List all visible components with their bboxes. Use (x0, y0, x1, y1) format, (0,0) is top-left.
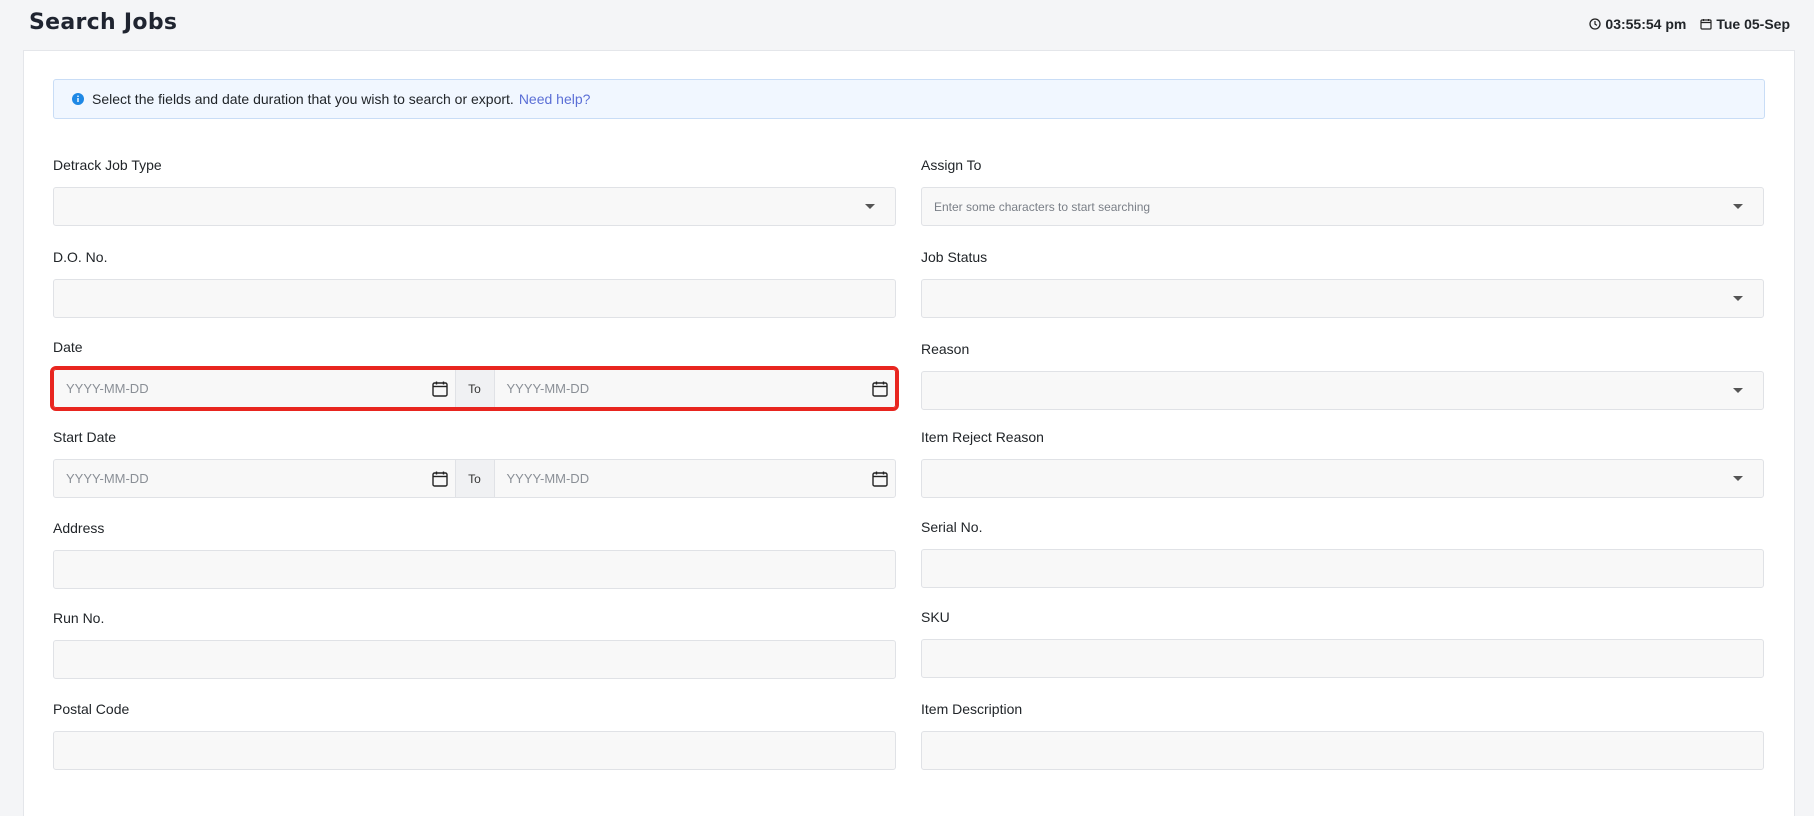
calendar-icon[interactable] (431, 470, 449, 491)
start-date-from-input[interactable]: YYYY-MM-DD (54, 460, 455, 497)
current-date: Tue 05-Sep (1716, 16, 1790, 32)
sku-field: SKU (921, 607, 1764, 678)
alert-message: Select the fields and date duration that… (92, 91, 514, 107)
do-no-field: D.O. No. (53, 247, 896, 318)
start-date-range: YYYY-MM-DD To YYYY-MM-DD (53, 459, 896, 498)
serial-no-field: Serial No. (921, 517, 1764, 588)
date-to-input[interactable]: YYYY-MM-DD (495, 370, 896, 407)
start-date-to-placeholder: YYYY-MM-DD (506, 471, 590, 486)
job-type-select[interactable] (53, 187, 896, 226)
clock-area: 03:55:54 pm Tue 05-Sep (1589, 16, 1790, 32)
start-date-to-separator: To (454, 460, 495, 497)
start-date-from-placeholder: YYYY-MM-DD (66, 471, 149, 486)
item-description-input[interactable] (921, 731, 1764, 770)
postal-code-input[interactable] (53, 731, 896, 770)
date-from-input[interactable]: YYYY-MM-DD (54, 370, 455, 407)
current-time: 03:55:54 pm (1605, 16, 1687, 32)
item-description-field: Item Description (921, 699, 1764, 770)
chevron-down-icon (1733, 388, 1743, 393)
date-label: Date (53, 339, 83, 355)
date-to-separator: To (454, 370, 495, 407)
run-no-input[interactable] (53, 640, 896, 679)
calendar-icon[interactable] (431, 380, 449, 401)
address-label: Address (53, 520, 105, 536)
sku-input[interactable] (921, 639, 1764, 678)
assign-to-field: Assign To Enter some characters to start… (921, 155, 1764, 226)
calendar-icon[interactable] (871, 380, 889, 401)
item-reject-reason-select[interactable] (921, 459, 1764, 498)
do-no-input[interactable] (53, 279, 896, 318)
chevron-down-icon (1733, 476, 1743, 481)
start-date-label: Start Date (53, 429, 117, 445)
need-help-link[interactable]: Need help? (519, 91, 591, 107)
item-description-label: Item Description (921, 701, 1023, 717)
item-reject-reason-field: Item Reject Reason (921, 427, 1764, 498)
search-card: Select the fields and date duration that… (23, 50, 1795, 816)
run-no-field: Run No. (53, 608, 896, 679)
chevron-down-icon (865, 204, 875, 209)
reason-field: Reason (921, 339, 1764, 410)
job-type-label: Detrack Job Type (53, 157, 162, 173)
assign-to-select[interactable]: Enter some characters to start searching (921, 187, 1764, 226)
clock-icon (1589, 18, 1602, 30)
page-title: Search Jobs (29, 10, 178, 35)
info-icon (72, 93, 84, 105)
calendar-icon[interactable] (871, 470, 889, 491)
address-field: Address (53, 518, 896, 589)
job-type-field: Detrack Job Type (53, 155, 896, 226)
date-from-placeholder: YYYY-MM-DD (66, 381, 149, 396)
postal-code-field: Postal Code (53, 699, 896, 770)
reason-select[interactable] (921, 371, 1764, 410)
top-bar: Search Jobs 03:55:54 pm Tue 05-Sep (0, 0, 1814, 50)
item-reject-reason-label: Item Reject Reason (921, 429, 1044, 445)
job-status-label: Job Status (921, 249, 988, 265)
start-date-field: Start Date YYYY-MM-DD To YYYY-MM-DD (53, 427, 896, 498)
assign-to-placeholder: Enter some characters to start searching (934, 199, 1151, 214)
address-input[interactable] (53, 550, 896, 589)
date-to-placeholder: YYYY-MM-DD (506, 381, 590, 396)
start-date-to-input[interactable]: YYYY-MM-DD (495, 460, 896, 497)
assign-to-label: Assign To (921, 157, 982, 173)
job-status-select[interactable] (921, 279, 1764, 318)
calendar-icon (1700, 18, 1712, 30)
info-alert: Select the fields and date duration that… (53, 79, 1765, 119)
chevron-down-icon (1733, 204, 1743, 209)
date-range: YYYY-MM-DD To YYYY-MM-DD (50, 366, 899, 411)
do-no-label: D.O. No. (53, 249, 108, 265)
reason-label: Reason (921, 341, 970, 357)
run-no-label: Run No. (53, 610, 105, 626)
postal-code-label: Postal Code (53, 701, 130, 717)
date-field: Date YYYY-MM-DD To YYYY-MM-DD (50, 337, 899, 411)
chevron-down-icon (1733, 296, 1743, 301)
job-status-field: Job Status (921, 247, 1764, 318)
serial-no-input[interactable] (921, 549, 1764, 588)
serial-no-label: Serial No. (921, 519, 983, 535)
sku-label: SKU (921, 609, 950, 625)
